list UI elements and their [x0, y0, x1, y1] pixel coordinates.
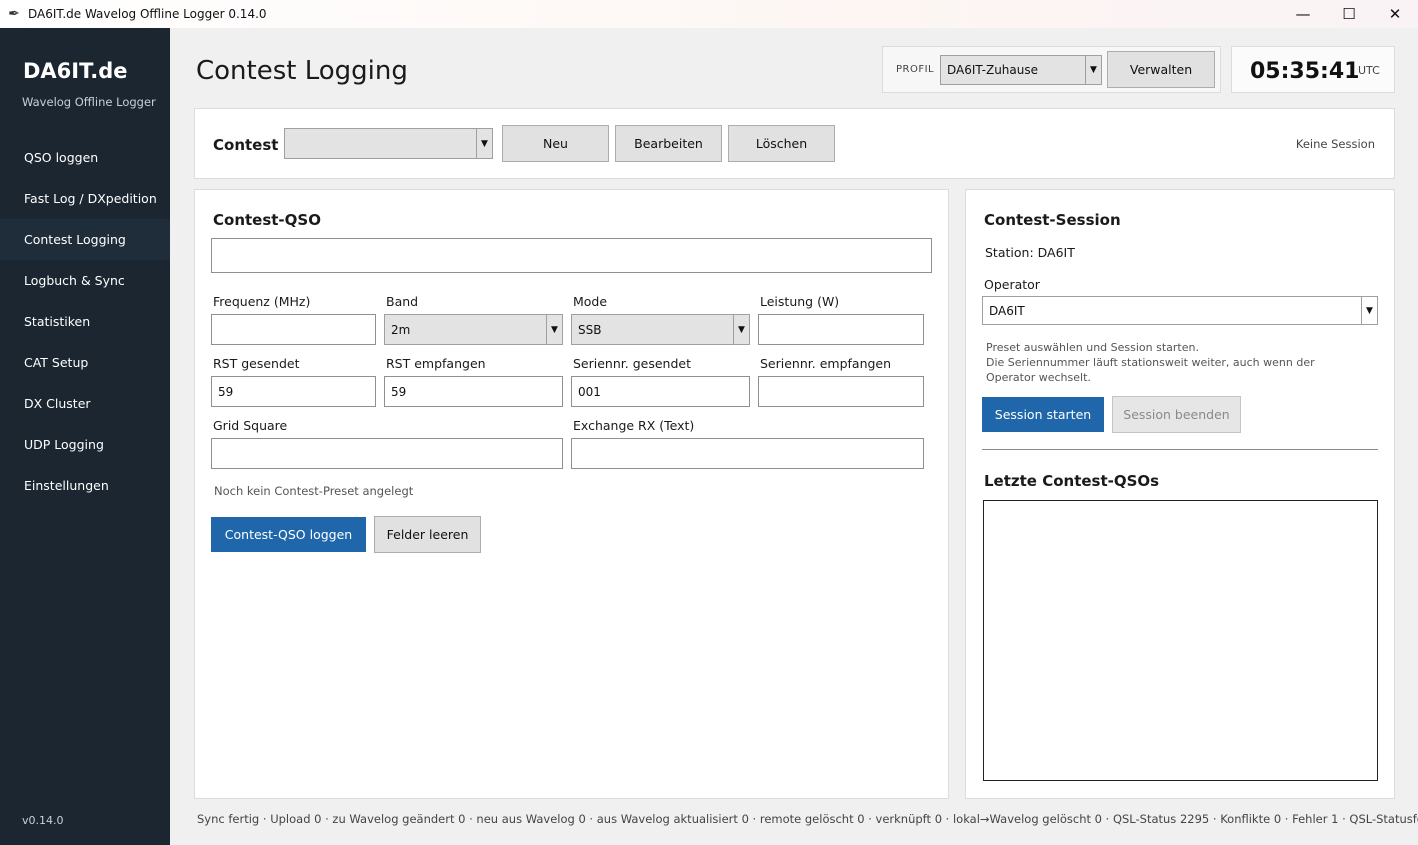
frequency-input[interactable] [211, 314, 376, 345]
clock-box: 05:35:41 UTC [1231, 46, 1395, 93]
recent-qsos-list[interactable] [983, 500, 1378, 781]
session-info-line: Operator wechselt. [986, 371, 1091, 384]
sidebar-nav: QSO loggen Fast Log / DXpedition Contest… [0, 137, 170, 506]
contest-label: Contest [213, 136, 279, 154]
exchange-rx-input[interactable] [571, 438, 924, 469]
session-info-line: Preset auswählen und Session starten. [986, 341, 1199, 354]
sidebar-item-label: CAT Setup [24, 355, 89, 370]
session-info-line: Die Seriennummer läuft stationsweit weit… [986, 356, 1315, 369]
brand-title: DA6IT.de [23, 59, 128, 83]
sidebar-item-logbuch-sync[interactable]: Logbuch & Sync [0, 260, 170, 301]
chevron-down-icon: ▼ [733, 315, 749, 344]
sync-status-bar: Sync fertig · Upload 0 · zu Wavelog geän… [197, 812, 1418, 826]
sidebar-item-fast-log[interactable]: Fast Log / DXpedition [0, 178, 170, 219]
serial-rcvd-label: Seriennr. empfangen [760, 356, 892, 371]
contest-qso-title: Contest-QSO [213, 211, 321, 229]
timezone-label: UTC [1358, 64, 1380, 77]
page-title: Contest Logging [196, 56, 408, 86]
serial-rcvd-input[interactable] [758, 376, 924, 407]
version-label: v0.14.0 [22, 814, 64, 827]
end-session-button[interactable]: Session beenden [1112, 396, 1241, 433]
sidebar-item-einstellungen[interactable]: Einstellungen [0, 465, 170, 506]
minimize-button[interactable]: — [1280, 0, 1326, 28]
sidebar-item-label: Contest Logging [24, 232, 126, 247]
utc-clock: 05:35:41 [1250, 59, 1360, 84]
sidebar-item-label: Logbuch & Sync [24, 273, 125, 288]
window-controls: — ☐ ✕ [1280, 0, 1418, 28]
sidebar-item-label: Fast Log / DXpedition [24, 191, 157, 206]
brand-subtitle: Wavelog Offline Logger [22, 95, 156, 109]
contest-bar: Contest ▼ Neu Bearbeiten Löschen Keine S… [194, 108, 1395, 179]
rst-sent-label: RST gesendet [213, 356, 300, 371]
session-status: Keine Session [1295, 137, 1375, 151]
chevron-down-icon: ▼ [476, 129, 492, 158]
chevron-down-icon: ▼ [1085, 56, 1101, 84]
exchange-rx-label: Exchange RX (Text) [573, 418, 695, 433]
profile-box: PROFIL DA6IT-Zuhause ▼ Verwalten [882, 46, 1221, 93]
sidebar-item-udp-logging[interactable]: UDP Logging [0, 424, 170, 465]
sidebar-item-statistiken[interactable]: Statistiken [0, 301, 170, 342]
contest-session-title: Contest-Session [984, 211, 1121, 229]
serial-sent-label: Seriennr. gesendet [573, 356, 691, 371]
band-select-value: 2m [391, 322, 411, 337]
profile-label: PROFIL [896, 64, 935, 75]
sidebar-item-dx-cluster[interactable]: DX Cluster [0, 383, 170, 424]
maximize-button[interactable]: ☐ [1326, 0, 1372, 28]
title-bar: ✒ DA6IT.de Wavelog Offline Logger 0.14.0… [0, 0, 1418, 28]
grid-square-input[interactable] [211, 438, 563, 469]
sidebar-item-label: QSO loggen [24, 150, 99, 165]
new-contest-button[interactable]: Neu [502, 125, 609, 162]
feather-icon: ✒ [8, 6, 20, 22]
contest-qso-panel: Contest-QSO Frequenz (MHz) Band Mode Lei… [194, 189, 949, 799]
contest-select[interactable]: ▼ [284, 128, 493, 159]
close-button[interactable]: ✕ [1372, 0, 1418, 28]
sidebar-item-qso-loggen[interactable]: QSO loggen [0, 137, 170, 178]
edit-contest-button[interactable]: Bearbeiten [615, 125, 722, 162]
section-divider [982, 449, 1378, 450]
chevron-down-icon: ▼ [546, 315, 562, 344]
rst-sent-input[interactable]: 59 [211, 376, 376, 407]
rst-rcvd-label: RST empfangen [386, 356, 486, 371]
window-title: DA6IT.de Wavelog Offline Logger 0.14.0 [28, 7, 267, 21]
log-contest-qso-button[interactable]: Contest-QSO loggen [211, 517, 366, 552]
contest-session-panel: Contest-Session Station: DA6IT Operator … [965, 189, 1395, 799]
sidebar-item-label: Statistiken [24, 314, 91, 329]
grid-square-label: Grid Square [213, 418, 288, 433]
mode-select-value: SSB [578, 322, 602, 337]
frequency-label: Frequenz (MHz) [213, 294, 311, 309]
manage-profile-button[interactable]: Verwalten [1107, 51, 1215, 88]
profile-select[interactable]: DA6IT-Zuhause ▼ [940, 55, 1102, 85]
operator-select[interactable]: DA6IT ▼ [982, 296, 1378, 325]
start-session-button[interactable]: Session starten [982, 397, 1104, 432]
preset-hint: Noch kein Contest-Preset angelegt [214, 484, 414, 498]
sidebar-item-label: UDP Logging [24, 437, 104, 452]
clear-fields-button[interactable]: Felder leeren [374, 516, 481, 553]
band-select[interactable]: 2m ▼ [384, 314, 563, 345]
operator-select-value: DA6IT [989, 303, 1025, 318]
sidebar-item-label: DX Cluster [24, 396, 91, 411]
mode-label: Mode [573, 294, 608, 309]
recent-qsos-title: Letzte Contest-QSOs [984, 472, 1160, 490]
serial-sent-input[interactable]: 001 [571, 376, 750, 407]
mode-select[interactable]: SSB ▼ [571, 314, 750, 345]
sidebar-item-contest-logging[interactable]: Contest Logging [0, 219, 170, 260]
sidebar: DA6IT.de Wavelog Offline Logger QSO logg… [0, 28, 170, 845]
band-label: Band [386, 294, 419, 309]
rst-rcvd-input[interactable]: 59 [384, 376, 563, 407]
sidebar-item-label: Einstellungen [24, 478, 109, 493]
profile-select-value: DA6IT-Zuhause [947, 63, 1038, 77]
chevron-down-icon: ▼ [1361, 297, 1377, 324]
power-input[interactable] [758, 314, 924, 345]
delete-contest-button[interactable]: Löschen [728, 125, 835, 162]
station-label: Station: DA6IT [985, 245, 1075, 260]
sidebar-item-cat-setup[interactable]: CAT Setup [0, 342, 170, 383]
callsign-input[interactable] [211, 238, 932, 273]
operator-label: Operator [984, 277, 1040, 292]
session-info: Preset auswählen und Session starten. Di… [986, 340, 1315, 385]
power-label: Leistung (W) [760, 294, 840, 309]
